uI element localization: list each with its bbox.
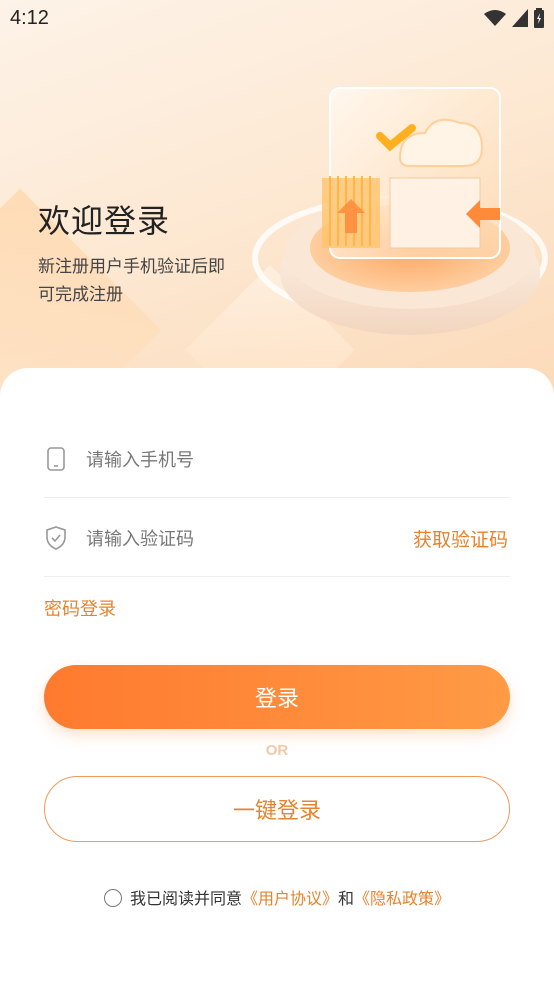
wifi-icon <box>484 10 506 26</box>
password-login-link[interactable]: 密码登录 <box>44 595 116 621</box>
phone-input[interactable] <box>84 440 408 480</box>
user-agreement-link[interactable]: 《用户协议》 <box>242 889 338 908</box>
shield-check-icon <box>46 526 66 550</box>
status-time: 4:12 <box>10 7 49 29</box>
cloud-storage-illustration <box>252 87 548 335</box>
agreement-checkbox[interactable] <box>103 889 122 907</box>
login-button[interactable]: 登录 <box>44 665 510 729</box>
phone-field <box>44 420 510 498</box>
status-icons <box>484 8 544 28</box>
agreement-row: 我已阅读并同意《用户协议》和《隐私政策》 <box>0 885 554 909</box>
one-key-login-button[interactable]: 一键登录 <box>44 776 510 842</box>
or-divider: OR <box>265 742 289 759</box>
get-code-button[interactable]: 获取验证码 <box>413 525 508 552</box>
welcome-subtitle: 新注册用户手机验证后即可完成注册 <box>38 257 225 305</box>
phone-icon <box>47 447 65 471</box>
battery-icon <box>534 8 544 28</box>
code-field: 获取验证码 <box>44 499 510 577</box>
login-card: 获取验证码 密码登录 登录 OR 一键登录 我已阅读并同意《用户协议》和《隐私政… <box>0 368 554 984</box>
agreement-and: 和 <box>338 889 355 908</box>
page-title: 欢迎登录 <box>38 202 171 240</box>
code-input[interactable] <box>84 519 408 559</box>
agreement-prefix: 我已阅读并同意 <box>129 889 242 908</box>
signal-icon <box>512 9 528 27</box>
status-bar: 4:12 <box>0 0 554 38</box>
privacy-policy-link[interactable]: 《隐私政策》 <box>354 889 450 908</box>
